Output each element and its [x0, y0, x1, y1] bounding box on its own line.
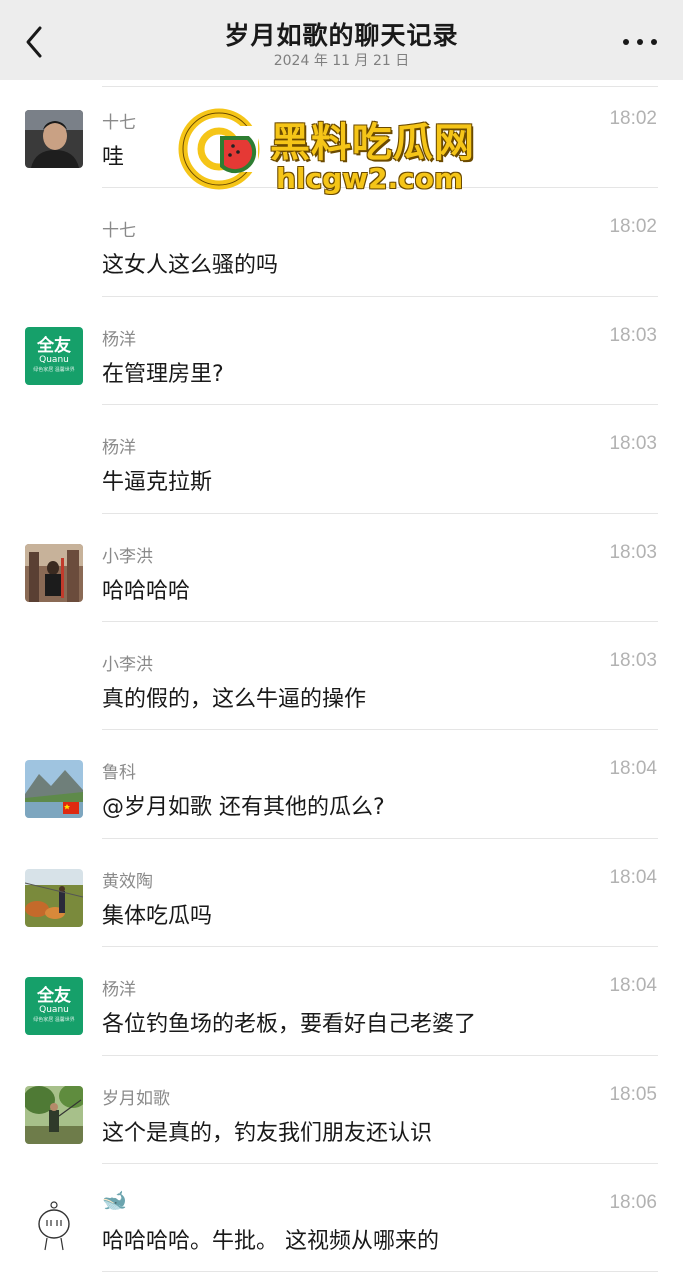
- fishing-avatar-icon: [25, 1085, 83, 1144]
- site-watermark: 黑料吃瓜网 hlcgw2.com: [178, 104, 488, 196]
- watermark-url: hlcgw2.com: [276, 162, 464, 195]
- watermelon-logo-icon: [178, 108, 260, 190]
- message-item[interactable]: 鲁科 18:04 @岁月如歌 还有其他的瓜么?: [0, 730, 683, 839]
- message-time: 18:05: [609, 1083, 657, 1105]
- message-text[interactable]: 哈哈哈哈。牛批。 这视频从哪来的: [102, 1223, 439, 1255]
- message-text[interactable]: 这个是真的，钓友我们朋友还认识: [102, 1115, 432, 1147]
- quanyou-logo-slogan: 绿色家居 温馨世界: [33, 1017, 75, 1024]
- avatar[interactable]: [25, 1193, 83, 1252]
- message-text[interactable]: 牛逼克拉斯: [102, 464, 212, 496]
- message-text[interactable]: @岁月如歌 还有其他的瓜么?: [102, 789, 385, 821]
- message-time: 18:03: [609, 541, 657, 563]
- message-text[interactable]: 真的假的，这么牛逼的操作: [102, 681, 366, 713]
- page-title: 岁月如歌的聊天记录: [224, 21, 459, 50]
- avatar[interactable]: [25, 868, 83, 927]
- message-item[interactable]: 🐋 18:06 哈哈哈哈。牛批。 这视频从哪来的: [0, 1164, 683, 1273]
- garden-avatar-icon: [25, 868, 83, 927]
- message-item[interactable]: 岁月如歌 18:05 这个是真的，钓友我们朋友还认识: [0, 1056, 683, 1164]
- message-time: 18:03: [609, 324, 657, 346]
- quanyou-logo-text: 全友: [37, 986, 71, 1007]
- message-time: 18:02: [609, 216, 657, 238]
- message-time: 18:03: [609, 649, 657, 671]
- sender-name: 十七: [102, 221, 136, 242]
- message-item[interactable]: 小李洪 18:03 真的假的，这么牛逼的操作: [0, 622, 683, 731]
- message-text[interactable]: 哈哈哈哈: [102, 573, 190, 605]
- message-time: 18:02: [609, 108, 657, 129]
- sender-name: 杨洋: [102, 438, 136, 459]
- gym-avatar-icon: [25, 543, 83, 602]
- message-item[interactable]: 小李洪 18:03 哈哈哈哈: [0, 514, 683, 622]
- sender-name: 黄效陶: [102, 871, 153, 892]
- divider: [102, 1271, 658, 1273]
- sender-name: 十七: [102, 113, 136, 133]
- message-item[interactable]: 全友 Quanu 绿色家居 温馨世界 杨洋 18:03 在管理房里?: [0, 297, 683, 406]
- sender-name: 小李洪: [102, 654, 153, 675]
- message-item[interactable]: 杨洋 18:03 牛逼克拉斯: [0, 405, 683, 514]
- message-text[interactable]: 在管理房里?: [102, 356, 224, 388]
- sender-name: 杨洋: [102, 980, 136, 1001]
- message-time: 18:04: [609, 975, 657, 997]
- sender-name: 鲁科: [102, 763, 136, 784]
- avatar[interactable]: [25, 760, 83, 819]
- message-item[interactable]: 黄效陶 18:04 集体吃瓜吗: [0, 839, 683, 948]
- avatar[interactable]: [25, 1085, 83, 1144]
- message-time: 18:04: [609, 866, 657, 888]
- chat-date: 2024 年 11 月 21 日: [273, 53, 410, 69]
- message-item[interactable]: 全友 Quanu 绿色家居 温馨世界 杨洋 18:04 各位钓鱼场的老板，要看好…: [0, 947, 683, 1056]
- man-avatar-icon: [25, 110, 83, 168]
- cartoon-face-avatar-icon: [25, 1193, 83, 1252]
- message-text[interactable]: 这女人这么骚的吗: [102, 247, 278, 279]
- message-text[interactable]: 集体吃瓜吗: [102, 898, 212, 930]
- more-options-icon[interactable]: [623, 36, 657, 48]
- mountain-lake-avatar-icon: [25, 760, 83, 819]
- message-list[interactable]: 十七 18:02 哇 十七 18:02 这女人这么骚的吗 全友 Quanu 绿色…: [0, 80, 683, 1273]
- sender-name: 岁月如歌: [102, 1088, 170, 1109]
- watermark-name: 黑料吃瓜网: [270, 120, 475, 166]
- sender-name: 杨洋: [102, 329, 136, 350]
- quanyou-logo-slogan: 绿色家居 温馨世界: [33, 366, 75, 373]
- avatar[interactable]: [25, 110, 83, 168]
- avatar[interactable]: 全友 Quanu 绿色家居 温馨世界: [25, 326, 83, 385]
- message-time: 18:03: [609, 433, 657, 455]
- quanyou-logo-subtext: Quanu: [39, 354, 69, 365]
- quanyou-logo-text: 全友: [37, 335, 71, 356]
- sender-name: 🐋: [102, 1187, 127, 1212]
- message-time: 18:04: [609, 758, 657, 780]
- avatar[interactable]: [25, 543, 83, 602]
- message-item[interactable]: 十七 18:02 这女人这么骚的吗: [0, 188, 683, 297]
- quanyou-logo-subtext: Quanu: [39, 1005, 69, 1016]
- message-time: 18:06: [609, 1191, 657, 1213]
- message-text[interactable]: 各位钓鱼场的老板，要看好自己老婆了: [102, 1006, 476, 1038]
- message-text[interactable]: 哇: [102, 139, 124, 171]
- avatar[interactable]: 全友 Quanu 绿色家居 温馨世界: [25, 977, 83, 1036]
- chat-history-header: 岁月如歌的聊天记录 2024 年 11 月 21 日: [0, 0, 683, 80]
- sender-name: 小李洪: [102, 546, 153, 567]
